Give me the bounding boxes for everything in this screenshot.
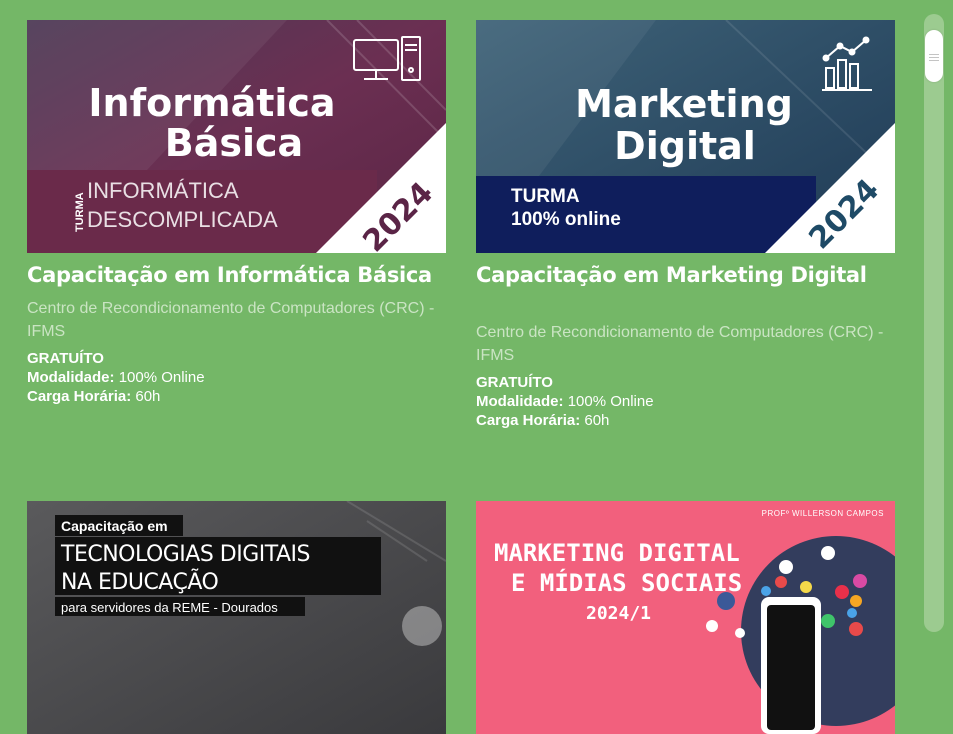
course-modality: Modalidade: 100% Online [476,393,654,410]
banner-tecnologias-art: Capacitação em TECNOLOGIAS DIGITAIS NA E… [27,501,446,734]
banner-subtitle-line2: DESCOMPLICADA [87,207,278,232]
scrollbar-thumb[interactable] [925,30,943,82]
banner-marketing-art: Marketing Digital TURMA 100% online 2024 [476,20,895,253]
course-grid: Informática Básica TURMA INFORMÁTICA DES… [0,0,920,734]
banner-informatica-art: Informática Básica TURMA INFORMÁTICA DES… [27,20,446,253]
course-banner-informatica[interactable]: Informática Básica TURMA INFORMÁTICA DES… [27,20,446,253]
course-workload: Carga Horária: 60h [27,388,161,405]
banner-subtitle: para servidores da REME - Dourados [61,600,278,615]
course-price: GRATUÍTO [27,350,104,367]
course-card-informatica[interactable]: Informática Básica TURMA INFORMÁTICA DES… [27,20,446,406]
banner-heading-line1: TECNOLOGIAS DIGITAIS [60,542,310,567]
course-card-tecnologias[interactable]: Capacitação em TECNOLOGIAS DIGITAIS NA E… [27,501,446,734]
course-banner-tecnologias[interactable]: Capacitação em TECNOLOGIAS DIGITAIS NA E… [27,501,446,734]
course-organization: Centro de Recondicionamento de Computado… [476,324,884,364]
scrollbar[interactable] [924,14,944,632]
banner-heading-line2: NA EDUCAÇÃO [61,568,218,595]
banner-midias-art: PROFº WILLERSON CAMPOS MARKETING DIGITAL… [476,501,895,734]
course-meta: GRATUÍTO Modalidade: 100% Online Carga H… [27,349,446,406]
banner-heading-line2: E MÍDIAS SOCIAIS [511,568,742,597]
banner-heading-line2: Básica [165,121,303,165]
banner-kicker: Capacitação em [61,518,168,534]
banner-subtitle-line1: INFORMÁTICA [87,178,239,203]
course-modality: Modalidade: 100% Online [27,369,205,386]
banner-heading-line2: Digital [614,124,756,168]
course-title[interactable]: Capacitação em Marketing Digital [476,263,895,287]
course-meta: GRATUÍTO Modalidade: 100% Online Carga H… [476,373,895,430]
course-card-midias-sociais[interactable]: PROFº WILLERSON CAMPOS MARKETING DIGITAL… [476,501,895,734]
course-workload: Carga Horária: 60h [476,412,610,429]
course-banner-midias-sociais[interactable]: PROFº WILLERSON CAMPOS MARKETING DIGITAL… [476,501,895,734]
banner-turma-line2: 100% online [511,209,621,230]
course-banner-marketing[interactable]: Marketing Digital TURMA 100% online 2024 [476,20,895,253]
course-price: GRATUÍTO [476,374,553,391]
course-card-marketing[interactable]: Marketing Digital TURMA 100% online 2024… [476,20,895,430]
course-organization: Centro de Recondicionamento de Computado… [27,300,435,340]
banner-semester: 2024/1 [586,603,651,624]
banner-heading-line1: Informática [88,81,335,125]
banner-heading-line1: MARKETING DIGITAL [494,539,740,567]
banner-turma-line1: TURMA [511,186,580,207]
banner-author: PROFº WILLERSON CAMPOS [762,509,884,518]
banner-turma-label: TURMA [74,192,86,232]
banner-heading-line1: Marketing [575,82,793,126]
course-title[interactable]: Capacitação em Informática Básica [27,263,446,287]
